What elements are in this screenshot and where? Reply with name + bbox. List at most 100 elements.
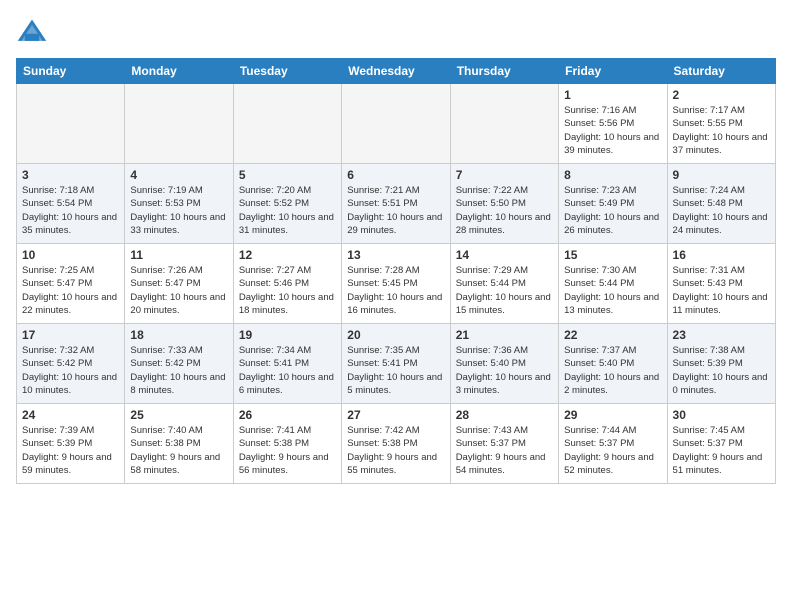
week-row-4: 17Sunrise: 7:32 AM Sunset: 5:42 PM Dayli… xyxy=(17,324,776,404)
day-cell xyxy=(450,84,558,164)
day-number: 19 xyxy=(239,328,336,342)
day-info: Sunrise: 7:45 AM Sunset: 5:37 PM Dayligh… xyxy=(673,424,770,477)
day-number: 12 xyxy=(239,248,336,262)
day-info: Sunrise: 7:33 AM Sunset: 5:42 PM Dayligh… xyxy=(130,344,227,397)
day-cell: 29 Sunrise: 7:44 AM Sunset: 5:37 PM Dayli… xyxy=(559,404,667,484)
day-number: 10 xyxy=(22,248,119,262)
day-number: 13 xyxy=(347,248,444,262)
weekday-monday: Monday xyxy=(125,59,233,84)
day-cell: 3 Sunrise: 7:18 AM Sunset: 5:54 PM Daylig… xyxy=(17,164,125,244)
day-info: Sunrise: 7:25 AM Sunset: 5:47 PM Dayligh… xyxy=(22,264,119,317)
page: SundayMondayTuesdayWednesdayThursdayFrid… xyxy=(0,0,792,612)
day-info: Sunrise: 7:38 AM Sunset: 5:39 PM Dayligh… xyxy=(673,344,770,397)
day-number: 23 xyxy=(673,328,770,342)
day-cell xyxy=(17,84,125,164)
weekday-tuesday: Tuesday xyxy=(233,59,341,84)
day-number: 28 xyxy=(456,408,553,422)
day-info: Sunrise: 7:19 AM Sunset: 5:53 PM Dayligh… xyxy=(130,184,227,237)
day-cell: 6 Sunrise: 7:21 AM Sunset: 5:51 PM Daylig… xyxy=(342,164,450,244)
day-cell: 26 Sunrise: 7:41 AM Sunset: 5:38 PM Dayli… xyxy=(233,404,341,484)
day-info: Sunrise: 7:31 AM Sunset: 5:43 PM Dayligh… xyxy=(673,264,770,317)
weekday-thursday: Thursday xyxy=(450,59,558,84)
day-info: Sunrise: 7:21 AM Sunset: 5:51 PM Dayligh… xyxy=(347,184,444,237)
day-number: 30 xyxy=(673,408,770,422)
day-info: Sunrise: 7:44 AM Sunset: 5:37 PM Dayligh… xyxy=(564,424,661,477)
day-number: 29 xyxy=(564,408,661,422)
day-number: 27 xyxy=(347,408,444,422)
day-info: Sunrise: 7:42 AM Sunset: 5:38 PM Dayligh… xyxy=(347,424,444,477)
day-number: 15 xyxy=(564,248,661,262)
day-number: 20 xyxy=(347,328,444,342)
week-row-1: 1Sunrise: 7:16 AM Sunset: 5:56 PM Daylig… xyxy=(17,84,776,164)
day-info: Sunrise: 7:23 AM Sunset: 5:49 PM Dayligh… xyxy=(564,184,661,237)
calendar-table: SundayMondayTuesdayWednesdayThursdayFrid… xyxy=(16,58,776,484)
weekday-header-row: SundayMondayTuesdayWednesdayThursdayFrid… xyxy=(17,59,776,84)
day-number: 26 xyxy=(239,408,336,422)
day-number: 3 xyxy=(22,168,119,182)
day-number: 6 xyxy=(347,168,444,182)
day-number: 18 xyxy=(130,328,227,342)
day-number: 25 xyxy=(130,408,227,422)
day-cell xyxy=(233,84,341,164)
day-info: Sunrise: 7:24 AM Sunset: 5:48 PM Dayligh… xyxy=(673,184,770,237)
week-row-2: 3 Sunrise: 7:18 AM Sunset: 5:54 PM Daylig… xyxy=(17,164,776,244)
day-number: 7 xyxy=(456,168,553,182)
day-number: 21 xyxy=(456,328,553,342)
day-cell: 15Sunrise: 7:30 AM Sunset: 5:44 PM Dayli… xyxy=(559,244,667,324)
weekday-sunday: Sunday xyxy=(17,59,125,84)
day-cell: 28Sunrise: 7:43 AM Sunset: 5:37 PM Dayli… xyxy=(450,404,558,484)
day-number: 8 xyxy=(564,168,661,182)
day-cell: 9 Sunrise: 7:24 AM Sunset: 5:48 PM Daylig… xyxy=(667,164,775,244)
day-number: 11 xyxy=(130,248,227,262)
day-info: Sunrise: 7:39 AM Sunset: 5:39 PM Dayligh… xyxy=(22,424,119,477)
day-cell xyxy=(125,84,233,164)
day-info: Sunrise: 7:41 AM Sunset: 5:38 PM Dayligh… xyxy=(239,424,336,477)
day-cell: 22 Sunrise: 7:37 AM Sunset: 5:40 PM Dayli… xyxy=(559,324,667,404)
day-cell: 7 Sunrise: 7:22 AM Sunset: 5:50 PM Daylig… xyxy=(450,164,558,244)
day-cell: 13 Sunrise: 7:28 AM Sunset: 5:45 PM Dayli… xyxy=(342,244,450,324)
logo xyxy=(16,16,52,48)
week-row-3: 10 Sunrise: 7:25 AM Sunset: 5:47 PM Dayli… xyxy=(17,244,776,324)
day-cell: 5Sunrise: 7:20 AM Sunset: 5:52 PM Daylig… xyxy=(233,164,341,244)
day-info: Sunrise: 7:22 AM Sunset: 5:50 PM Dayligh… xyxy=(456,184,553,237)
day-info: Sunrise: 7:16 AM Sunset: 5:56 PM Dayligh… xyxy=(564,104,661,157)
day-info: Sunrise: 7:35 AM Sunset: 5:41 PM Dayligh… xyxy=(347,344,444,397)
day-info: Sunrise: 7:29 AM Sunset: 5:44 PM Dayligh… xyxy=(456,264,553,317)
day-cell: 8 Sunrise: 7:23 AM Sunset: 5:49 PM Daylig… xyxy=(559,164,667,244)
day-number: 2 xyxy=(673,88,770,102)
weekday-wednesday: Wednesday xyxy=(342,59,450,84)
day-cell: 11 Sunrise: 7:26 AM Sunset: 5:47 PM Dayli… xyxy=(125,244,233,324)
day-number: 17 xyxy=(22,328,119,342)
week-row-5: 24 Sunrise: 7:39 AM Sunset: 5:39 PM Dayli… xyxy=(17,404,776,484)
day-cell: 14Sunrise: 7:29 AM Sunset: 5:44 PM Dayli… xyxy=(450,244,558,324)
day-cell: 4 Sunrise: 7:19 AM Sunset: 5:53 PM Daylig… xyxy=(125,164,233,244)
day-cell: 10 Sunrise: 7:25 AM Sunset: 5:47 PM Dayli… xyxy=(17,244,125,324)
day-info: Sunrise: 7:36 AM Sunset: 5:40 PM Dayligh… xyxy=(456,344,553,397)
day-number: 24 xyxy=(22,408,119,422)
day-number: 5 xyxy=(239,168,336,182)
day-cell: 27 Sunrise: 7:42 AM Sunset: 5:38 PM Dayli… xyxy=(342,404,450,484)
day-info: Sunrise: 7:37 AM Sunset: 5:40 PM Dayligh… xyxy=(564,344,661,397)
day-cell: 25 Sunrise: 7:40 AM Sunset: 5:38 PM Dayli… xyxy=(125,404,233,484)
header xyxy=(16,16,776,48)
day-cell: 17Sunrise: 7:32 AM Sunset: 5:42 PM Dayli… xyxy=(17,324,125,404)
day-number: 16 xyxy=(673,248,770,262)
weekday-saturday: Saturday xyxy=(667,59,775,84)
day-number: 9 xyxy=(673,168,770,182)
day-info: Sunrise: 7:40 AM Sunset: 5:38 PM Dayligh… xyxy=(130,424,227,477)
day-cell: 24 Sunrise: 7:39 AM Sunset: 5:39 PM Dayli… xyxy=(17,404,125,484)
day-cell: 21 Sunrise: 7:36 AM Sunset: 5:40 PM Dayli… xyxy=(450,324,558,404)
day-info: Sunrise: 7:18 AM Sunset: 5:54 PM Dayligh… xyxy=(22,184,119,237)
day-cell: 12 Sunrise: 7:27 AM Sunset: 5:46 PM Dayli… xyxy=(233,244,341,324)
day-info: Sunrise: 7:28 AM Sunset: 5:45 PM Dayligh… xyxy=(347,264,444,317)
day-cell: 19Sunrise: 7:34 AM Sunset: 5:41 PM Dayli… xyxy=(233,324,341,404)
day-number: 4 xyxy=(130,168,227,182)
day-cell: 2Sunrise: 7:17 AM Sunset: 5:55 PM Daylig… xyxy=(667,84,775,164)
logo-icon xyxy=(16,16,48,48)
day-cell: 18 Sunrise: 7:33 AM Sunset: 5:42 PM Dayli… xyxy=(125,324,233,404)
weekday-friday: Friday xyxy=(559,59,667,84)
day-cell xyxy=(342,84,450,164)
day-number: 22 xyxy=(564,328,661,342)
day-info: Sunrise: 7:26 AM Sunset: 5:47 PM Dayligh… xyxy=(130,264,227,317)
day-info: Sunrise: 7:27 AM Sunset: 5:46 PM Dayligh… xyxy=(239,264,336,317)
